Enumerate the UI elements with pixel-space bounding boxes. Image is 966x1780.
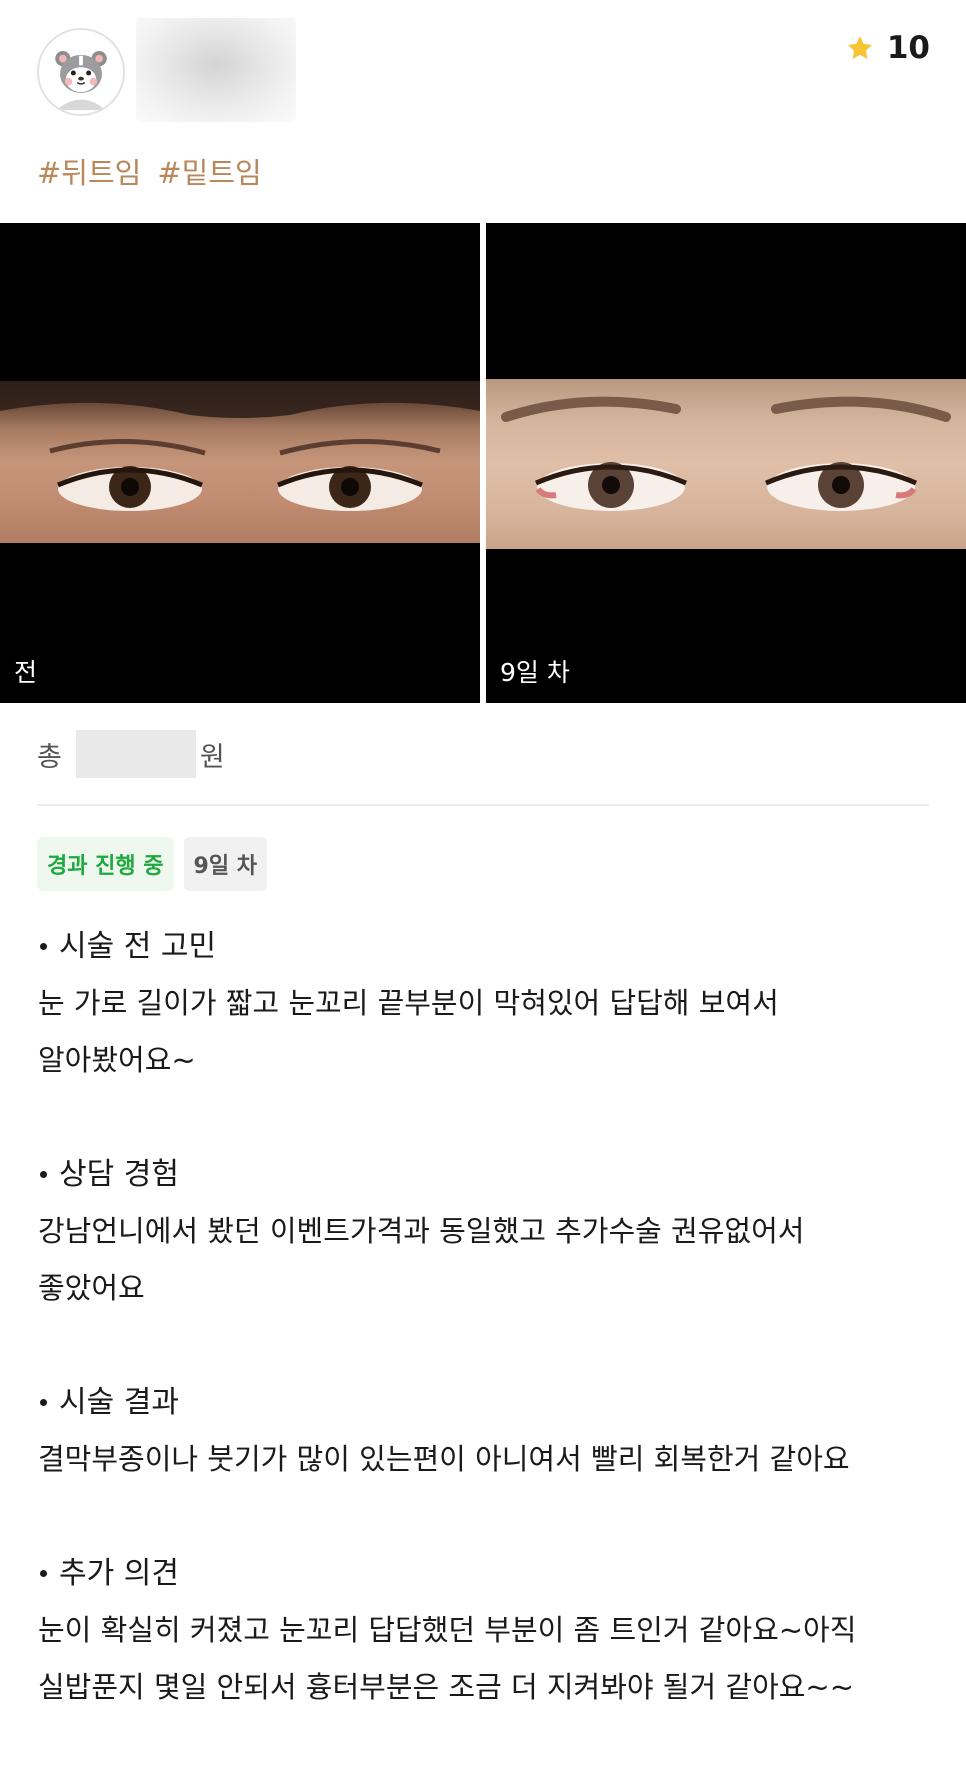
section-body: 눈이 확실히 커졌고 눈꼬리 답답했던 부분이 좀 트인거 같아요~아직 실밥푼… xyxy=(30,1602,936,1716)
total-price: 총 원 xyxy=(37,730,225,778)
rating-value: 10 xyxy=(886,30,930,66)
before-photo[interactable]: 전 xyxy=(0,223,480,703)
before-eye-region xyxy=(0,381,480,543)
review-body: 시술 전 고민 눈 가로 길이가 짧고 눈꼬리 끝부분이 막혀있어 답답해 보여… xyxy=(30,918,936,1773)
section-title: 시술 결과 xyxy=(30,1374,936,1431)
day-badge: 9일 차 xyxy=(183,837,267,891)
review-header: 10 #뒤트임 #밑트임 xyxy=(0,0,966,190)
body-line: 강남언니에서 봤던 이벤트가격과 동일했고 추가수술 권유없어서 xyxy=(38,1214,805,1248)
bullet-icon xyxy=(40,1399,47,1406)
price-amount-blurred xyxy=(75,730,196,778)
bullet-icon xyxy=(40,1570,47,1577)
rating: 10 xyxy=(845,30,930,66)
after-photo[interactable]: 9일 차 xyxy=(486,223,966,703)
section-title: 시술 전 고민 xyxy=(30,918,936,975)
price-suffix: 원 xyxy=(199,741,225,773)
section-title-text: 상담 경험 xyxy=(59,1157,179,1192)
price-prefix: 총 xyxy=(37,741,62,773)
body-line: 결막부종이나 붓기가 많이 있는편이 아니여서 빨리 회복한거 같아요 xyxy=(38,1442,850,1476)
divider xyxy=(37,804,929,806)
before-after-photos: 전 9일 차 xyxy=(0,223,966,703)
tag-lower-canthoplasty[interactable]: #밑트임 xyxy=(157,150,261,192)
bullet-icon xyxy=(40,943,47,950)
eyes-image xyxy=(501,396,951,511)
progress-badges: 경과 진행 중 9일 차 xyxy=(37,837,267,891)
review-section: 상담 경험 강남언니에서 봤던 이벤트가격과 동일했고 추가수술 권유없어서 좋… xyxy=(30,1146,936,1317)
section-body: 강남언니에서 봤던 이벤트가격과 동일했고 추가수술 권유없어서 좋았어요 xyxy=(30,1203,936,1317)
avatar-icon xyxy=(39,30,123,114)
review-section: 시술 결과 결막부종이나 붓기가 많이 있는편이 아니여서 빨리 회복한거 같아… xyxy=(30,1374,936,1488)
star-icon xyxy=(847,36,872,59)
section-body: 눈 가로 길이가 짧고 눈꼬리 끝부분이 막혀있어 답답해 보여서 알아봤어요~ xyxy=(30,975,936,1089)
body-line: 눈 가로 길이가 짧고 눈꼬리 끝부분이 막혀있어 답답해 보여서 xyxy=(38,986,779,1020)
eyes-image xyxy=(0,381,480,511)
body-line: 좋았어요 xyxy=(38,1271,145,1305)
after-eye-region xyxy=(486,379,966,549)
after-label: 9일 차 xyxy=(500,658,570,687)
section-title-text: 추가 의견 xyxy=(59,1556,179,1591)
status-badge: 경과 진행 중 xyxy=(37,837,174,891)
tag-list: #뒤트임 #밑트임 xyxy=(37,150,262,192)
section-title-text: 시술 전 고민 xyxy=(59,929,217,964)
avatar[interactable] xyxy=(37,28,125,116)
body-line: 눈이 확실히 커졌고 눈꼬리 답답했던 부분이 좀 트인거 같아요~아직 xyxy=(38,1613,857,1647)
review-section: 추가 의견 눈이 확실히 커졌고 눈꼬리 답답했던 부분이 좀 트인거 같아요~… xyxy=(30,1545,936,1716)
review-section: 시술 전 고민 눈 가로 길이가 짧고 눈꼬리 끝부분이 막혀있어 답답해 보여… xyxy=(30,918,936,1089)
section-title: 상담 경험 xyxy=(30,1146,936,1203)
body-line: 실밥푼지 몇일 안되서 흉터부분은 조금 더 지켜봐야 될거 같아요~~ xyxy=(38,1670,855,1704)
body-line: 알아봤어요~ xyxy=(38,1043,196,1077)
section-body: 결막부종이나 붓기가 많이 있는편이 아니여서 빨리 회복한거 같아요 xyxy=(30,1431,936,1488)
bullet-icon xyxy=(40,1171,47,1178)
tag-lateral-canthoplasty[interactable]: #뒤트임 xyxy=(37,150,141,192)
section-title-text: 시술 결과 xyxy=(59,1385,179,1420)
username-blurred xyxy=(136,18,296,122)
before-label: 전 xyxy=(14,658,38,687)
section-title: 추가 의견 xyxy=(30,1545,936,1602)
